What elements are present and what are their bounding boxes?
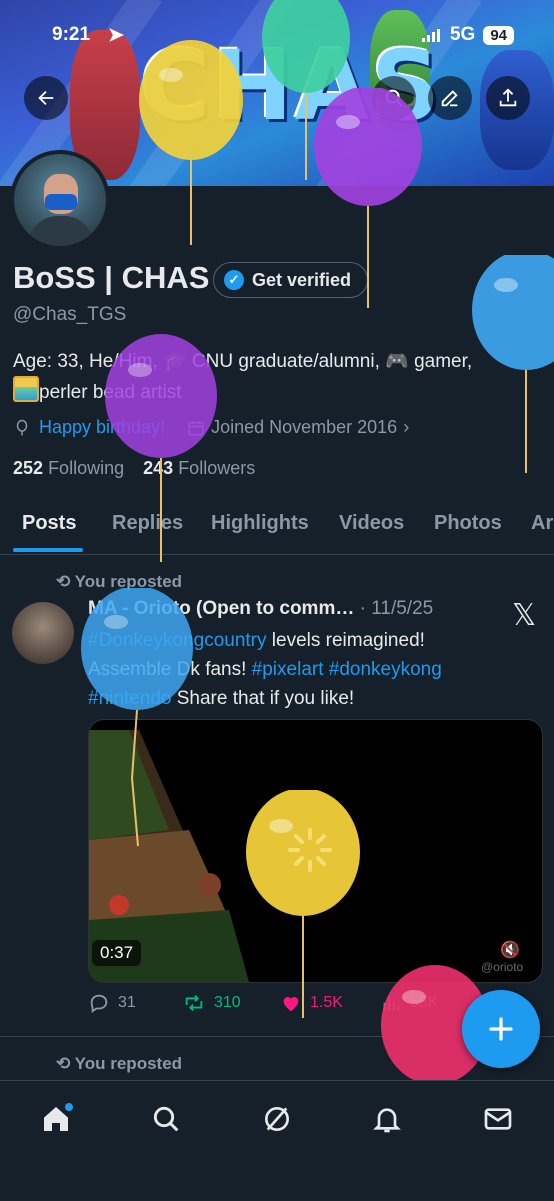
post-text-segment: levels reimagined!	[266, 630, 425, 651]
tab-videos[interactable]: Videos	[339, 512, 404, 535]
followers-label: Followers	[178, 458, 256, 478]
tab-photos[interactable]: Photos	[434, 512, 502, 535]
get-verified-button[interactable]: ✓ Get verified	[213, 262, 369, 298]
profile-name: BoSS | CHAS	[13, 260, 210, 295]
views-icon	[383, 996, 400, 1011]
search-icon	[385, 89, 403, 107]
hashtag-link[interactable]: #donkeykong	[329, 659, 442, 680]
post-author-avatar[interactable]	[12, 602, 74, 664]
reply-icon	[90, 994, 108, 1014]
status-time: 9:21	[52, 24, 91, 45]
views-button[interactable]: 55K	[380, 992, 438, 1014]
mail-icon	[484, 1108, 512, 1130]
grok-icon	[265, 1107, 289, 1131]
post-author-name[interactable]: MA - Orioto (Open to comm…	[88, 598, 354, 619]
post-text-segment: Share that if you like!	[171, 688, 355, 709]
like-count: 1.5K	[310, 994, 343, 1011]
nav-messages[interactable]	[473, 1097, 523, 1141]
following-link[interactable]: 252 Following	[13, 458, 124, 478]
verified-badge-icon: ✓	[224, 270, 244, 290]
hashtag-link[interactable]: #nintendo	[88, 688, 171, 709]
reply-count: 31	[118, 994, 136, 1011]
profile-avatar[interactable]	[10, 150, 110, 250]
bio-line-2: perler bead artist	[39, 382, 182, 403]
tab-articles[interactable]: Ar	[531, 512, 553, 535]
repost-small-icon: ⟲	[56, 1054, 71, 1073]
following-count: 252	[13, 458, 44, 478]
nav-search[interactable]	[141, 1097, 191, 1141]
joined-date: Joined November 2016	[211, 417, 398, 437]
profile-handle: @Chas_TGS	[13, 304, 127, 325]
following-label: Following	[48, 458, 125, 478]
compose-button[interactable]	[462, 990, 540, 1068]
nav-notifications[interactable]	[362, 1097, 412, 1141]
birthday-link[interactable]: Happy birthday!	[39, 417, 165, 438]
tab-posts[interactable]: Posts	[22, 512, 76, 535]
repost-indicator: ⟲ You reposted	[56, 572, 182, 592]
video-watermark: @orioto	[481, 960, 524, 974]
calendar-icon	[188, 420, 204, 435]
location-arrow-icon: ➤	[108, 25, 124, 46]
edit-profile-button[interactable]	[428, 76, 472, 120]
followers-count: 243	[143, 458, 174, 478]
view-count: 55K	[410, 994, 439, 1011]
followers-link[interactable]: 243 Followers	[143, 458, 255, 478]
network-label: 5G	[449, 24, 476, 45]
bio-line-1: Age: 33, He/Him, 🎓 CNU graduate/alumni, …	[13, 351, 473, 372]
heart-icon	[283, 997, 299, 1012]
repost-indicator: ⟲ You reposted	[56, 1054, 182, 1074]
repost-label: You reposted	[74, 572, 183, 591]
status-bar: 9:21 ➤ 5G 94	[0, 24, 554, 54]
tab-replies[interactable]: Replies	[112, 512, 183, 535]
search-icon	[153, 1106, 179, 1132]
post-date: · 11/5/25	[359, 598, 434, 619]
reply-button[interactable]: 31	[88, 992, 136, 1014]
share-button[interactable]	[486, 76, 530, 120]
edit-icon	[441, 90, 458, 107]
nav-grok[interactable]	[252, 1097, 302, 1141]
repost-icon	[185, 995, 203, 1011]
chevron-right-icon[interactable]: ›	[403, 417, 409, 438]
profile-meta: Happy birthday! Joined November 2016 ›	[13, 417, 409, 438]
repost-label: You reposted	[74, 1054, 183, 1073]
post-text: #Donkeykongcountry levels reimagined! As…	[88, 626, 528, 713]
follow-stats: 252 Following 243 Followers	[13, 458, 255, 479]
back-button[interactable]	[24, 76, 68, 120]
like-button[interactable]: 1.5K	[280, 992, 343, 1014]
repost-count: 310	[214, 994, 241, 1011]
tab-highlights[interactable]: Highlights	[211, 512, 309, 535]
hashtag-link[interactable]: #pixelart	[252, 659, 324, 680]
bell-icon	[373, 1108, 401, 1133]
active-tab-indicator	[13, 548, 83, 552]
plus-icon	[489, 1017, 513, 1041]
video-frame	[89, 730, 249, 982]
signal-icon	[421, 28, 442, 42]
back-arrow-icon	[38, 90, 54, 106]
post-header: MA - Orioto (Open to comm… · 11/5/25	[88, 598, 433, 620]
profile-tabs: Posts Replies Highlights Videos Photos A…	[0, 500, 554, 555]
battery-indicator: 94	[483, 25, 514, 45]
repost-small-icon: ⟲	[56, 572, 71, 591]
repost-button[interactable]: 310	[182, 992, 241, 1014]
post-video[interactable]	[88, 719, 543, 983]
share-icon	[499, 88, 517, 107]
get-verified-label: Get verified	[252, 269, 352, 290]
bottom-navigation	[0, 1080, 554, 1201]
video-duration: 0:37	[92, 940, 142, 966]
search-profile-button[interactable]	[372, 76, 416, 120]
mute-icon[interactable]: 🔇	[500, 940, 520, 960]
nav-home[interactable]	[31, 1097, 81, 1141]
picture-emoji-icon	[13, 376, 39, 402]
profile-bio: Age: 33, He/Him, 🎓 CNU graduate/alumni, …	[13, 347, 543, 407]
post-text-segment: Assemble Dk fans!	[88, 659, 252, 680]
birthday-balloon-icon	[16, 419, 28, 435]
notification-dot	[65, 1103, 73, 1111]
hashtag-link[interactable]: #Donkeykongcountry	[88, 630, 267, 651]
